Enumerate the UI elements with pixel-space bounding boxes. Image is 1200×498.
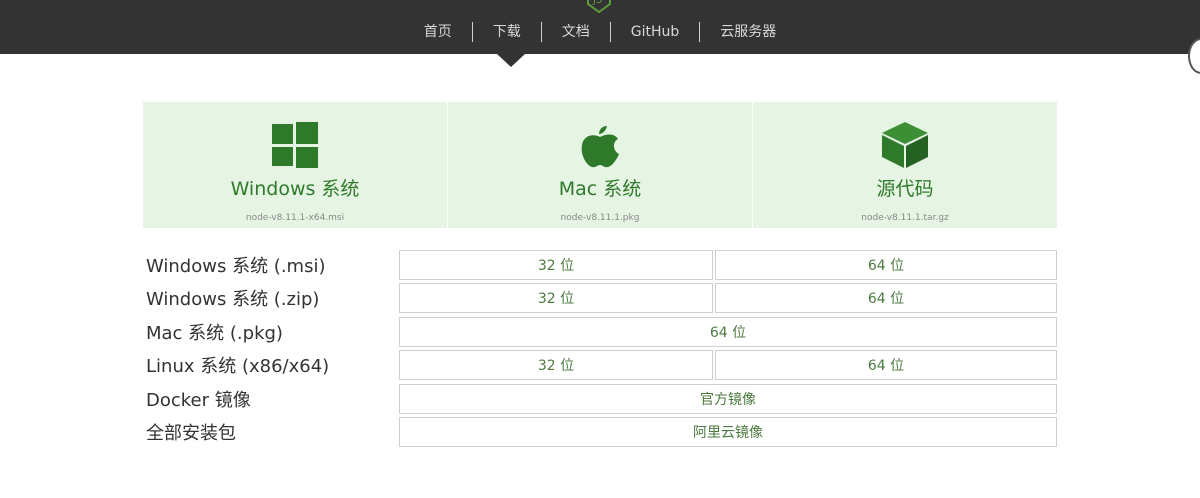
panel-filename: node-v8.11.1-x64.msi <box>245 213 345 223</box>
row-label: Windows 系统 (.msi) <box>146 255 326 277</box>
table-row: Mac 系统 (.pkg) 64 位 <box>143 315 1057 349</box>
apple-icon <box>580 122 620 168</box>
download-panels: Windows 系统 node-v8.11.1-x64.msi Mac 系统 n… <box>143 102 1057 228</box>
download-32bit-button[interactable]: 32 位 <box>399 350 713 381</box>
download-64bit-button[interactable]: 64 位 <box>715 350 1057 381</box>
panel-windows[interactable]: Windows 系统 node-v8.11.1-x64.msi <box>143 102 447 228</box>
table-row: Linux 系统 (x86/x64) 32 位 64 位 <box>143 349 1057 383</box>
panel-filename: node-v8.11.1.pkg <box>560 213 640 223</box>
table-row: 全部安装包 阿里云镜像 <box>143 416 1057 450</box>
nav-item-github[interactable]: GitHub <box>611 22 700 42</box>
nav-item-download[interactable]: 下载 <box>473 22 541 42</box>
row-label: Linux 系统 (x86/x64) <box>146 356 330 378</box>
table-row: Docker 镜像 官方镜像 <box>143 382 1057 416</box>
panel-filename: node-v8.11.1.tar.gz <box>861 213 949 223</box>
box-icon <box>881 122 929 168</box>
windows-icon <box>272 122 318 168</box>
row-label: Windows 系统 (.zip) <box>146 289 320 311</box>
panel-title: Mac 系统 <box>558 178 642 200</box>
docker-official-mirror-link[interactable]: 官方镜像 <box>399 383 1057 414</box>
nav-item-cloud[interactable]: 云服务器 <box>700 22 796 42</box>
table-row: Windows 系统 (.msi) 32 位 64 位 <box>143 248 1057 282</box>
main-nav: 首页 下载 文档 GitHub 云服务器 <box>0 0 1200 54</box>
active-nav-pointer <box>497 54 525 67</box>
top-navbar: JS 首页 下载 文档 GitHub 云服务器 <box>0 0 1200 54</box>
download-64bit-button[interactable]: 64 位 <box>399 316 1057 347</box>
row-label: Docker 镜像 <box>146 389 251 411</box>
download-32bit-button[interactable]: 32 位 <box>399 283 713 314</box>
download-table: Windows 系统 (.msi) 32 位 64 位 Windows 系统 (… <box>143 248 1057 449</box>
nav-item-docs[interactable]: 文档 <box>542 22 610 42</box>
row-label: Mac 系统 (.pkg) <box>146 322 283 344</box>
aliyun-mirror-link[interactable]: 阿里云镜像 <box>399 417 1057 448</box>
download-64bit-button[interactable]: 64 位 <box>715 249 1057 280</box>
nav-item-home[interactable]: 首页 <box>404 22 472 42</box>
row-label: 全部安装包 <box>146 423 236 445</box>
panel-title: 源代码 <box>876 178 934 200</box>
download-32bit-button[interactable]: 32 位 <box>399 249 713 280</box>
download-64bit-button[interactable]: 64 位 <box>715 283 1057 314</box>
panel-source[interactable]: 源代码 node-v8.11.1.tar.gz <box>752 102 1057 228</box>
panel-mac[interactable]: Mac 系统 node-v8.11.1.pkg <box>447 102 752 228</box>
panel-title: Windows 系统 <box>230 178 360 200</box>
table-row: Windows 系统 (.zip) 32 位 64 位 <box>143 282 1057 316</box>
